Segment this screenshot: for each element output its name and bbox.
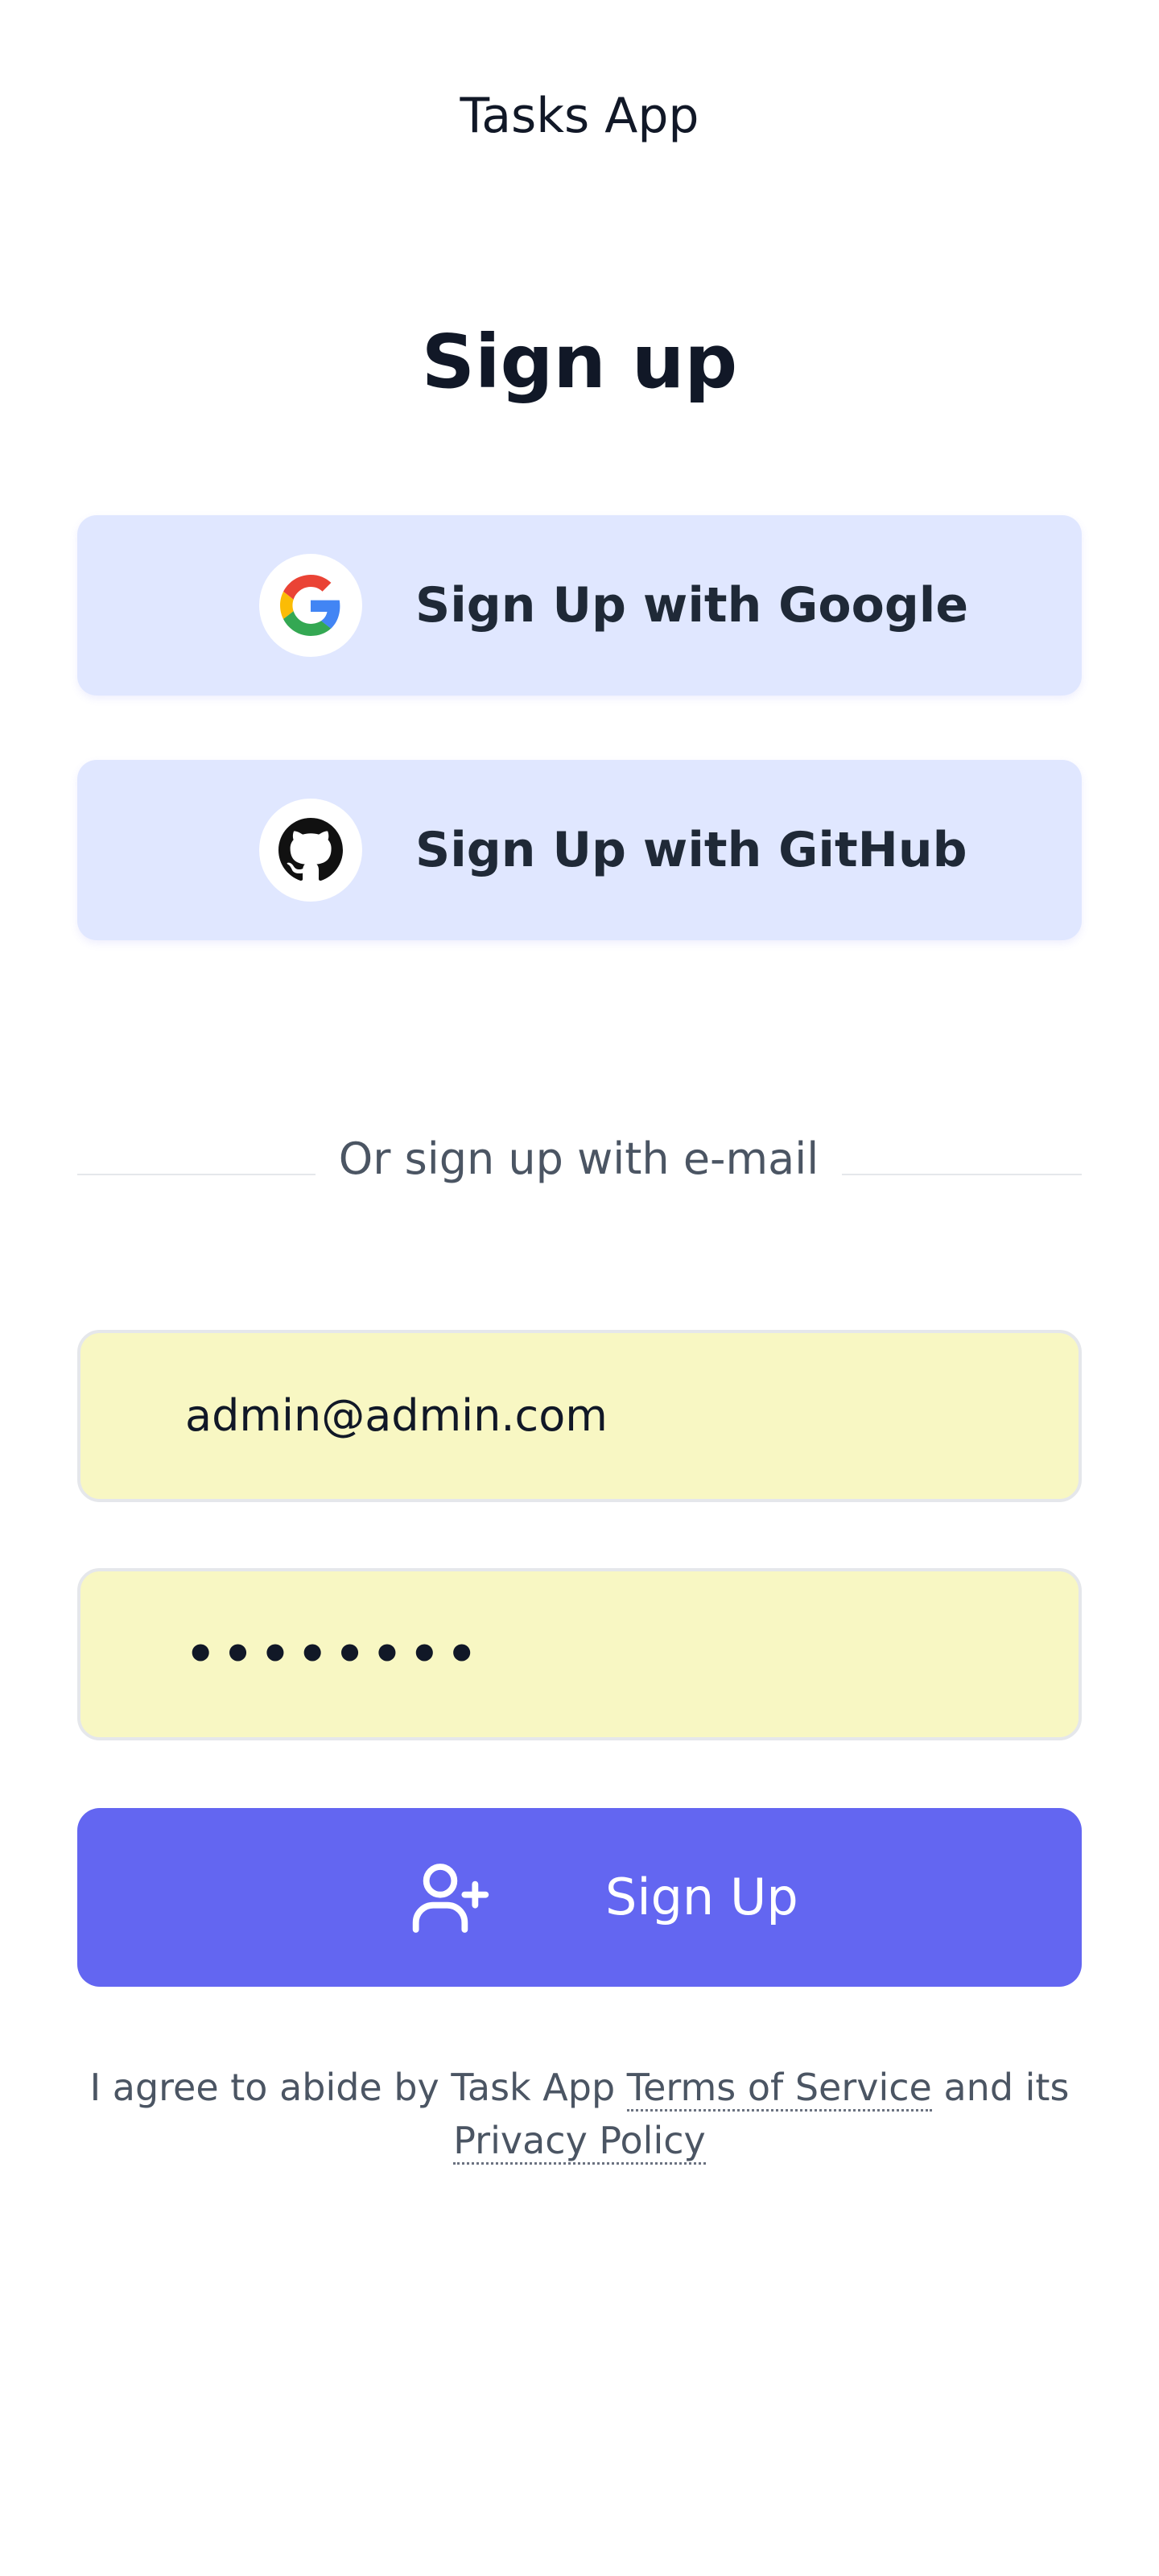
google-signup-button[interactable]: Sign Up with Google [77,515,1082,696]
user-plus-icon [412,1864,489,1933]
terms-of-service-link[interactable]: Terms of Service [626,2066,932,2112]
github-signup-button[interactable]: Sign Up with GitHub [77,760,1082,940]
email-field-value: admin@admin.com [185,1390,608,1441]
signup-submit-label: Sign Up [605,1868,798,1926]
app-title: Tasks App [460,88,699,144]
divider-line-right [842,1174,1082,1175]
terms-prefix: I agree to abide by Task App [89,2066,616,2109]
password-field-value: •••••••• [185,1626,484,1682]
password-field[interactable]: •••••••• [77,1568,1082,1740]
google-signup-label: Sign Up with Google [415,577,969,634]
page-title: Sign up [421,319,738,405]
github-icon-wrap [259,799,362,902]
google-icon-wrap [259,554,362,657]
terms-middle: and its [943,2066,1070,2109]
privacy-policy-link[interactable]: Privacy Policy [453,2119,706,2165]
divider-text: Or sign up with e-mail [338,1133,819,1184]
email-field[interactable]: admin@admin.com [77,1330,1082,1502]
divider-line-left [77,1174,316,1175]
google-icon [280,575,340,636]
github-signup-label: Sign Up with GitHub [415,822,967,878]
signup-submit-button[interactable]: Sign Up [77,1808,1082,1987]
github-icon [278,818,343,881]
terms-notice: I agree to abide by Task App Terms of Se… [80,2061,1079,2167]
signup-page: Tasks App Sign up Sign Up with Google Si… [0,0,1159,2576]
